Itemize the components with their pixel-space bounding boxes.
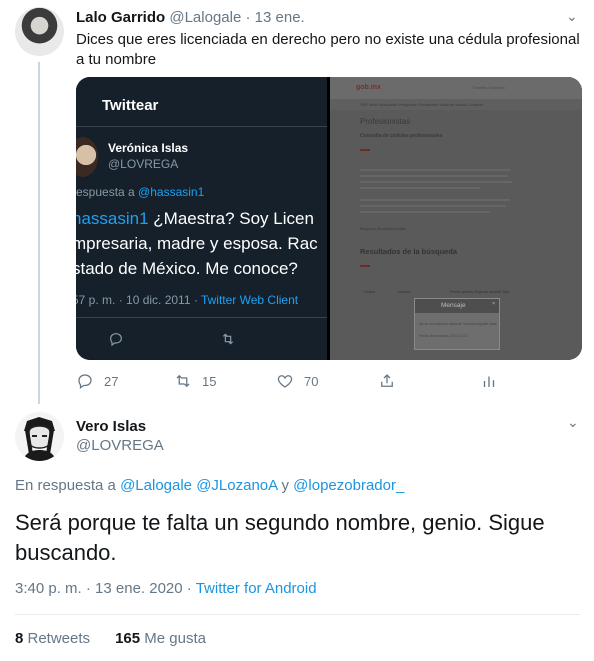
embedded-actions (108, 331, 278, 347)
like-count: 70 (304, 373, 319, 389)
media-image-gob-screenshot[interactable]: gob.mx Trámites Gobierno SEP Inicio Búsq… (330, 77, 582, 360)
gob-accent-bar (360, 265, 370, 267)
gob-col-nombre: Nombre (398, 290, 411, 294)
tweet-client[interactable]: Twitter for Android (196, 580, 317, 597)
embedded-reply-line: respuesta a @hassasin1 (76, 185, 204, 199)
embedded-avatar (76, 137, 98, 177)
reply-count: 27 (104, 373, 119, 389)
gob-text-line (360, 211, 490, 213)
parent-tweet-text: Dices que eres licenciada en derecho per… (76, 31, 580, 68)
gob-message-modal: Mensaje × No se encontraron datos de Ver… (414, 298, 500, 350)
embedded-body-line2: mpresaria, madre y esposa. Rac (76, 234, 318, 253)
modal-message: No se encontraron datos de Veronica Agui… (419, 322, 497, 326)
embedded-author-handle: @LOVREGA (108, 157, 179, 171)
reply-button[interactable]: 27 (76, 372, 118, 390)
tweet-timestamp[interactable]: 3:40 p. m. · 13 ene. 2020 · (15, 580, 196, 597)
modal-title: Mensaje (441, 302, 466, 309)
gob-text-line (360, 199, 510, 201)
gob-logo: gob.mx (356, 84, 381, 91)
main-tweet-text: Será porque te falta un segundo nombre, … (15, 510, 545, 565)
embedded-reply-handle: @hassasin1 (138, 185, 205, 199)
reply-mention[interactable]: @Lalogale (120, 477, 192, 494)
gob-results-heading: Resultados de la búsqueda (360, 247, 458, 256)
author-handle[interactable]: @LOVREGA (76, 437, 164, 454)
gob-text-line (360, 175, 508, 177)
embedded-body-line3: stado de México. Me conoce? (76, 259, 298, 278)
chevron-down-icon[interactable]: ⌄ (566, 8, 578, 25)
gob-text-line (360, 187, 480, 189)
reply-mention[interactable]: @lopezobrador_ (293, 477, 404, 494)
embedded-body-line1: ¿Maestra? Soy Licen (148, 209, 314, 228)
parent-tweet-actions: 27 15 70 (76, 372, 496, 392)
reply-icon (108, 331, 124, 350)
embedded-reply-prefix: respuesta a (76, 185, 139, 199)
divider (76, 126, 327, 127)
gob-nav-links: SEP Inicio Búsqueda Preguntas Frecuentes… (360, 102, 484, 107)
reply-connector: y (281, 477, 290, 494)
tweet-stats: 8 Retweets 165 Me gusta (15, 630, 206, 647)
divider (15, 614, 580, 615)
avatar[interactable] (15, 7, 64, 56)
reply-prefix: En respuesta a (15, 477, 121, 494)
embedded-client: Twitter Web Client (200, 293, 299, 307)
gob-tabs: Búsqueda Resultados Detalle (360, 227, 407, 231)
close-icon: × (492, 301, 495, 307)
embedded-header-title: Twittear (102, 97, 159, 114)
reply-icon (78, 374, 92, 390)
retweet-icon (176, 374, 190, 388)
embedded-timestamp: 57 p. m. · 10 dic. 2011 · (76, 293, 201, 307)
author-name[interactable]: Vero Islas (76, 418, 146, 435)
gob-subheading: Consulta de cédulas profesionales (360, 133, 443, 139)
author-handle[interactable]: @Lalogale (169, 9, 241, 26)
tweet-date[interactable]: 13 ene. (255, 9, 305, 26)
gob-col-cedula: Cédula (364, 290, 376, 294)
modal-date: Fecha de consulta: 2019-12-01 (419, 334, 468, 338)
gob-accent-bar (360, 149, 370, 151)
embedded-tweet-body: hassasin1 ¿Maestra? Soy Licen mpresaria,… (76, 206, 318, 281)
like-button[interactable]: 70 (276, 372, 318, 390)
gob-text-line (360, 181, 512, 183)
share-icon (381, 374, 393, 387)
parent-tweet[interactable]: Lalo Garrido @Lalogale · 13 ene. ⌄ Dices… (0, 0, 594, 404)
gob-heading: Profesionistas (360, 117, 411, 126)
avatar[interactable] (15, 412, 64, 461)
retweet-count: 15 (202, 373, 217, 389)
likes-stat[interactable]: 165 Me gusta (115, 630, 206, 647)
embedded-mention: hassasin1 (76, 209, 149, 228)
media-image-screenshot-tweet[interactable]: Twittear Verónica Islas @LOVREGA respues… (76, 77, 327, 360)
share-button[interactable] (378, 372, 406, 390)
separator-dot: · (245, 9, 251, 26)
retweets-stat[interactable]: 8 Retweets (15, 630, 90, 647)
parent-tweet-header: Lalo Garrido @Lalogale · 13 ene. (76, 9, 305, 27)
likes-count: 165 (115, 630, 141, 647)
analytics-icon (483, 376, 495, 387)
tweet-meta: 3:40 p. m. · 13 ene. 2020 · Twitter for … (15, 580, 317, 597)
gob-text-line (360, 169, 510, 171)
gob-col-apellido: Primer apellido Segundo apellido Tipo (450, 290, 509, 294)
retweets-label: Retweets (23, 630, 91, 647)
gob-top-links: Trámites Gobierno (472, 85, 505, 90)
retweet-icon (220, 331, 236, 350)
embedded-author-name: Verónica Islas (108, 141, 189, 155)
tweet-media[interactable]: Twittear Verónica Islas @LOVREGA respues… (76, 77, 582, 360)
reply-mention[interactable]: @JLozanoA (196, 477, 277, 494)
reply-context: En respuesta a @Lalogale @JLozanoA y @lo… (15, 477, 404, 494)
analytics-button[interactable] (480, 372, 508, 390)
gob-text-line (360, 205, 506, 207)
divider (76, 317, 327, 318)
retweet-button[interactable]: 15 (174, 372, 216, 390)
thread-connector-line (38, 62, 40, 404)
author-name[interactable]: Lalo Garrido (76, 9, 165, 26)
embedded-meta: 57 p. m. · 10 dic. 2011 · Twitter Web Cl… (76, 293, 298, 307)
chevron-down-icon[interactable]: ⌄ (567, 414, 579, 431)
heart-icon (277, 375, 293, 388)
likes-label: Me gusta (140, 630, 206, 647)
avatar-illustration (15, 412, 64, 461)
